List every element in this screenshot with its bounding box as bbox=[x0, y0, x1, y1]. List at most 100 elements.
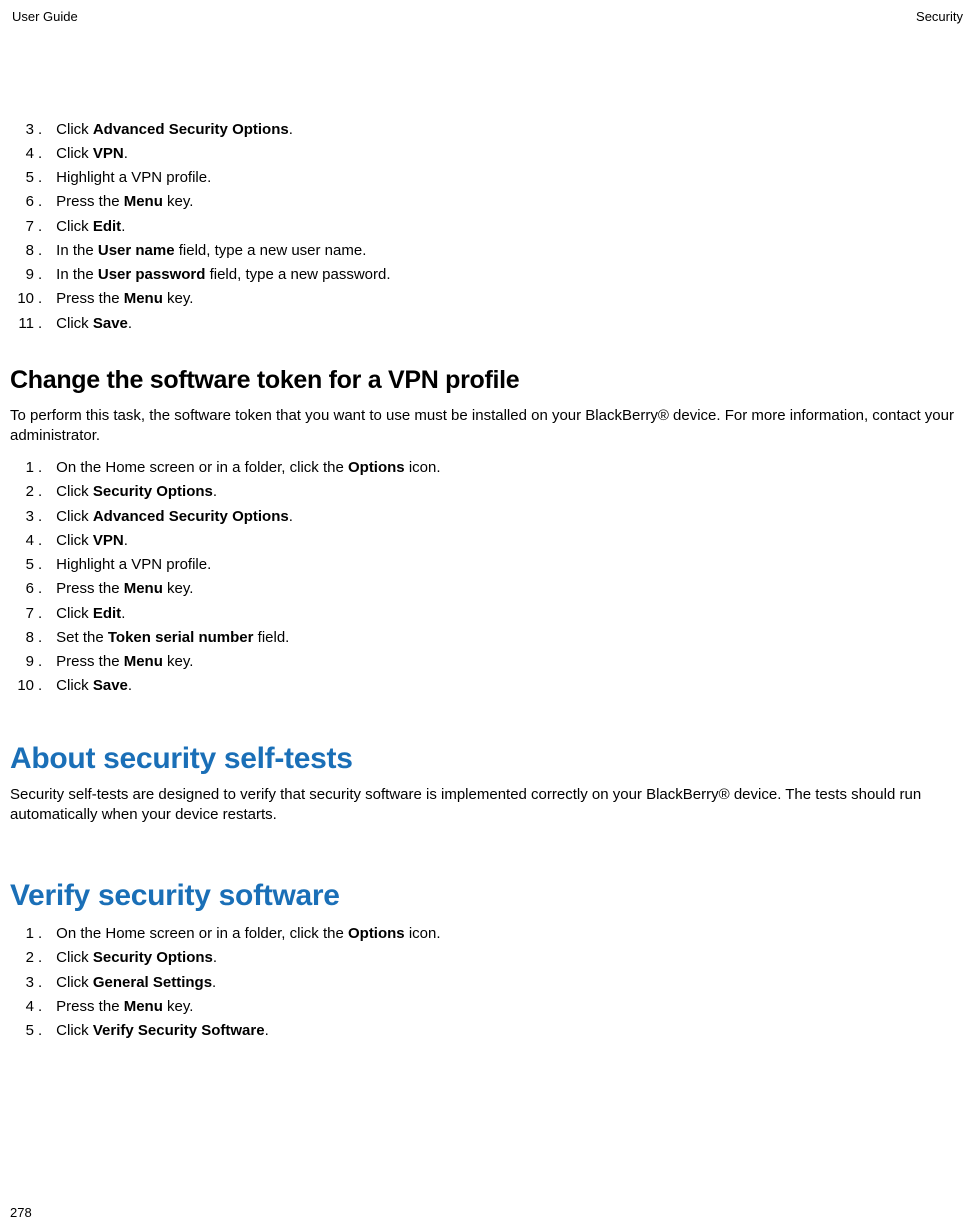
list-item-text: Click Advanced Security Options. bbox=[56, 507, 965, 527]
list-item: 9.Press the Menu key. bbox=[10, 650, 965, 674]
page: User Guide Security 3. Click Advanced Sec… bbox=[0, 0, 975, 1228]
list-number-dot: . bbox=[38, 507, 42, 527]
list-number: 4 bbox=[10, 144, 38, 164]
page-header: User Guide Security bbox=[10, 8, 965, 28]
list-number: 9 bbox=[10, 652, 38, 672]
list-number: 6 bbox=[10, 579, 38, 599]
list-number: 9 bbox=[10, 265, 38, 285]
list-item-text: In the User name field, type a new user … bbox=[56, 241, 965, 261]
list-number: 3 bbox=[10, 973, 38, 993]
list-item-text: Click Security Options. bbox=[56, 948, 965, 968]
bold-term: General Settings bbox=[93, 974, 212, 991]
list-number: 1 bbox=[10, 924, 38, 944]
bold-term: Save bbox=[93, 315, 128, 332]
list-item: 3. Click Advanced Security Options. bbox=[10, 118, 965, 142]
list-number-dot: . bbox=[38, 192, 42, 212]
list-item: 7. Click Edit. bbox=[10, 602, 965, 626]
list-number: 5 bbox=[10, 168, 38, 188]
list-number-dot: . bbox=[38, 314, 42, 334]
bold-term: Menu bbox=[124, 580, 163, 597]
list-number-dot: . bbox=[38, 531, 42, 551]
list-item-text: Highlight a VPN profile. bbox=[56, 168, 965, 188]
list-item-text: In the User password field, type a new p… bbox=[56, 265, 965, 285]
bold-term: Advanced Security Options bbox=[93, 508, 289, 525]
list-number-dot: . bbox=[38, 997, 42, 1017]
list-number: 8 bbox=[10, 628, 38, 648]
list-number-dot: . bbox=[38, 924, 42, 944]
list-item: 10.Press the Menu key. bbox=[10, 287, 965, 311]
list-item-text: Click Verify Security Software. bbox=[56, 1021, 965, 1041]
list-number-dot: . bbox=[38, 948, 42, 968]
list-item: 8.Set the Token serial number field. bbox=[10, 626, 965, 650]
list-item: 5. Highlight a VPN profile. bbox=[10, 166, 965, 190]
list-number: 3 bbox=[10, 120, 38, 140]
list-number-dot: . bbox=[38, 289, 42, 309]
list-item-text: Press the Menu key. bbox=[56, 192, 965, 212]
list-number-dot: . bbox=[38, 168, 42, 188]
list-number-dot: . bbox=[38, 265, 42, 285]
list-number: 7 bbox=[10, 604, 38, 624]
list-number: 2 bbox=[10, 482, 38, 502]
bold-term: User name bbox=[98, 242, 175, 259]
list-item: 4.Press the Menu key. bbox=[10, 995, 965, 1019]
list-item-text: Click Security Options. bbox=[56, 482, 965, 502]
ordered-list-1: 3.Click Advanced Security Options.4.Clic… bbox=[10, 118, 965, 336]
bold-term: Save bbox=[93, 677, 128, 694]
ordered-list-2: 1.On the Home screen or in a folder, cli… bbox=[10, 456, 965, 699]
list-item: 6. Press the Menu key. bbox=[10, 190, 965, 214]
list-number: 7 bbox=[10, 217, 38, 237]
list-number-dot: . bbox=[38, 676, 42, 696]
list-item-text: Click General Settings. bbox=[56, 973, 965, 993]
header-left: User Guide bbox=[12, 8, 78, 26]
list-item: 8. In the User name field, type a new use… bbox=[10, 239, 965, 263]
list-item-text: Click Save. bbox=[56, 676, 965, 696]
list-item-text: On the Home screen or in a folder, click… bbox=[56, 458, 965, 478]
list-number-dot: . bbox=[38, 120, 42, 140]
heading-verify-software: Verify security software bbox=[10, 876, 965, 917]
bold-term: User password bbox=[98, 266, 206, 283]
list-item-text: Highlight a VPN profile. bbox=[56, 555, 965, 575]
bold-term: Edit bbox=[93, 605, 121, 622]
list-item: 3. Click General Settings. bbox=[10, 971, 965, 995]
bold-term: Menu bbox=[124, 998, 163, 1015]
bold-term: Security Options bbox=[93, 483, 213, 500]
list-item-text: Click Advanced Security Options. bbox=[56, 120, 965, 140]
bold-term: Security Options bbox=[93, 949, 213, 966]
list-item-text: Press the Menu key. bbox=[56, 579, 965, 599]
list-item: 2.Click Security Options. bbox=[10, 946, 965, 970]
list-number: 8 bbox=[10, 241, 38, 261]
list-item: 7. Click Edit. bbox=[10, 215, 965, 239]
bold-term: Menu bbox=[124, 193, 163, 210]
header-right: Security bbox=[916, 8, 963, 26]
page-number: 278 bbox=[10, 1204, 32, 1222]
list-item: 3. Click Advanced Security Options. bbox=[10, 505, 965, 529]
list-item-text: Click Edit. bbox=[56, 604, 965, 624]
bold-term: Token serial number bbox=[108, 629, 254, 646]
bold-term: Advanced Security Options bbox=[93, 121, 289, 138]
list-item-text: Set the Token serial number field. bbox=[56, 628, 965, 648]
list-item: 4.Click VPN. bbox=[10, 142, 965, 166]
list-item-text: Click Save. bbox=[56, 314, 965, 334]
list-number-dot: . bbox=[38, 241, 42, 261]
list-number: 6 bbox=[10, 192, 38, 212]
list-number: 3 bbox=[10, 507, 38, 527]
list-number-dot: . bbox=[38, 555, 42, 575]
list-number-dot: . bbox=[38, 217, 42, 237]
bold-term: Menu bbox=[124, 290, 163, 307]
list-item: 2.Click Security Options. bbox=[10, 480, 965, 504]
list-item: 5. Highlight a VPN profile. bbox=[10, 553, 965, 577]
page-content: 3.Click Advanced Security Options.4.Clic… bbox=[10, 28, 965, 1044]
list-item-text: Click Edit. bbox=[56, 217, 965, 237]
body-about-self-tests: Security self-tests are designed to veri… bbox=[10, 785, 965, 826]
list-item: 9. In the User password field, type a new… bbox=[10, 263, 965, 287]
list-number-dot: . bbox=[38, 1021, 42, 1041]
list-number-dot: . bbox=[38, 604, 42, 624]
list-item-text: Click VPN. bbox=[56, 144, 965, 164]
list-number-dot: . bbox=[38, 973, 42, 993]
list-number: 5 bbox=[10, 555, 38, 575]
list-item-text: Click VPN. bbox=[56, 531, 965, 551]
list-number: 11 bbox=[10, 314, 38, 334]
list-item: 5.Click Verify Security Software. bbox=[10, 1019, 965, 1043]
list-item: 11. Click Save. bbox=[10, 312, 965, 336]
list-item-text: On the Home screen or in a folder, click… bbox=[56, 924, 965, 944]
